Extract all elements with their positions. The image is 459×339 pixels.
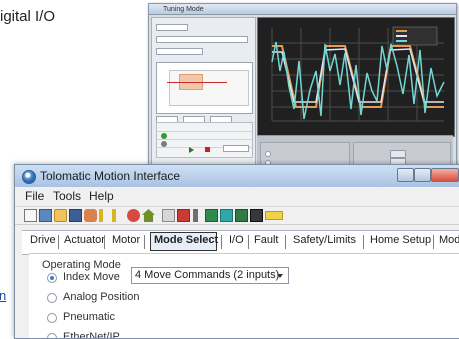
radio-pneumatic[interactable] xyxy=(47,313,57,323)
tab-separator xyxy=(104,235,105,249)
separator-icon xyxy=(193,209,198,222)
magnet-icon[interactable] xyxy=(162,209,175,222)
tuning-chart xyxy=(257,17,455,137)
flag-icon[interactable] xyxy=(265,211,283,220)
window-controls xyxy=(397,168,459,182)
app-logo-icon xyxy=(22,170,36,184)
toggle-icon[interactable] xyxy=(205,209,218,222)
tab-fault[interactable]: Fault xyxy=(254,234,278,246)
radio-label-analog-position: Analog Position xyxy=(63,291,140,303)
dropdown-arrow-icon[interactable] xyxy=(277,274,283,278)
tuning-title: Tuning Mode xyxy=(163,6,204,13)
dropdown-value: 4 Move Commands (2 inputs) xyxy=(135,269,280,281)
tab-actuator[interactable]: Actuator xyxy=(64,234,105,246)
radio-analog-position[interactable] xyxy=(47,293,57,303)
tuning-input-2[interactable] xyxy=(156,48,203,55)
tab-drive[interactable]: Drive xyxy=(30,234,56,246)
monitor-icon[interactable] xyxy=(39,209,52,222)
mini-threshold-line xyxy=(167,82,227,83)
radio-ethernet-ip[interactable] xyxy=(47,333,57,338)
waveform-icon[interactable] xyxy=(177,209,190,222)
tuning-controls-panel xyxy=(151,17,256,169)
chart-icon[interactable] xyxy=(220,209,233,222)
radio-label-pneumatic: Pneumatic xyxy=(63,311,115,323)
tuning-button[interactable] xyxy=(390,150,406,158)
page-heading-fragment: igital I/O xyxy=(0,8,56,25)
tab-separator xyxy=(433,235,434,249)
save-icon[interactable] xyxy=(69,209,82,222)
tab-home-setup[interactable]: Home Setup xyxy=(370,234,431,246)
tab-mode-setup[interactable]: Mode Setup xyxy=(439,234,459,246)
status-icon xyxy=(161,141,167,147)
mode-select-panel: Operating Mode Index Move Analog Positio… xyxy=(29,253,459,339)
window-title: Tolomatic Motion Interface xyxy=(40,169,181,183)
main-app-window: Tolomatic Motion Interface File Tools He… xyxy=(14,164,459,339)
tab-motor[interactable]: Motor xyxy=(112,234,140,246)
operating-mode-label: Operating Mode xyxy=(42,259,121,271)
stop-icon[interactable] xyxy=(205,147,210,152)
move-command-dropdown[interactable]: 4 Move Commands (2 inputs) xyxy=(131,267,289,284)
tab-mode-select[interactable]: Mode Select xyxy=(154,234,218,246)
tuning-chart-svg xyxy=(258,18,454,136)
menu-tools[interactable]: Tools xyxy=(53,189,81,203)
minimize-icon[interactable] xyxy=(397,168,414,182)
menu-file[interactable]: File xyxy=(25,189,44,203)
mini-tuning-chart xyxy=(156,62,253,114)
tuning-window: Tuning Mode xyxy=(148,3,457,175)
radio-label-ethernet-ip: EtherNet/IP xyxy=(63,331,120,339)
move-grid xyxy=(156,122,253,158)
tab-separator xyxy=(363,235,364,249)
tab-separator xyxy=(285,235,286,249)
lightning-icon[interactable] xyxy=(99,209,108,222)
brush-icon[interactable] xyxy=(84,209,97,222)
tuning-slider[interactable] xyxy=(156,36,248,43)
close-icon[interactable] xyxy=(431,168,459,182)
tab-separator xyxy=(58,235,59,249)
menu-help[interactable]: Help xyxy=(89,189,114,203)
stop-icon[interactable] xyxy=(127,209,140,222)
side-link-fragment[interactable]: n xyxy=(0,288,10,302)
speed-input[interactable] xyxy=(223,145,249,152)
gauge-icon[interactable] xyxy=(250,209,263,222)
enable-icon[interactable] xyxy=(161,133,167,139)
tab-separator xyxy=(144,235,145,249)
tuning-titlebar: Tuning Mode xyxy=(149,4,456,15)
folder-icon[interactable] xyxy=(54,209,67,222)
radio-index-move[interactable] xyxy=(47,273,57,283)
radio-label-index-move: Index Move xyxy=(63,271,120,283)
new-file-icon[interactable] xyxy=(24,209,37,222)
home-icon[interactable] xyxy=(142,209,155,222)
radio-selected-dot xyxy=(50,276,54,280)
menu-bar: File Tools Help xyxy=(15,187,459,204)
toolbar xyxy=(15,206,459,225)
radio-option[interactable] xyxy=(265,151,271,157)
play-icon[interactable] xyxy=(189,147,194,153)
green-tool-icon[interactable] xyxy=(235,209,248,222)
side-link-text[interactable]: n xyxy=(0,288,6,302)
tab-safety-limits[interactable]: Safety/Limits xyxy=(293,234,356,246)
window-titlebar: Tolomatic Motion Interface xyxy=(15,165,459,188)
tab-bar: Drive Actuator Motor Mode Select I/O Fau… xyxy=(22,230,459,255)
maximize-icon[interactable] xyxy=(414,168,431,182)
tab-separator xyxy=(248,235,249,249)
tab-separator xyxy=(221,235,222,249)
lightning-icon[interactable] xyxy=(112,209,121,222)
tuning-input-1[interactable] xyxy=(156,24,188,31)
tab-io[interactable]: I/O xyxy=(229,234,244,246)
